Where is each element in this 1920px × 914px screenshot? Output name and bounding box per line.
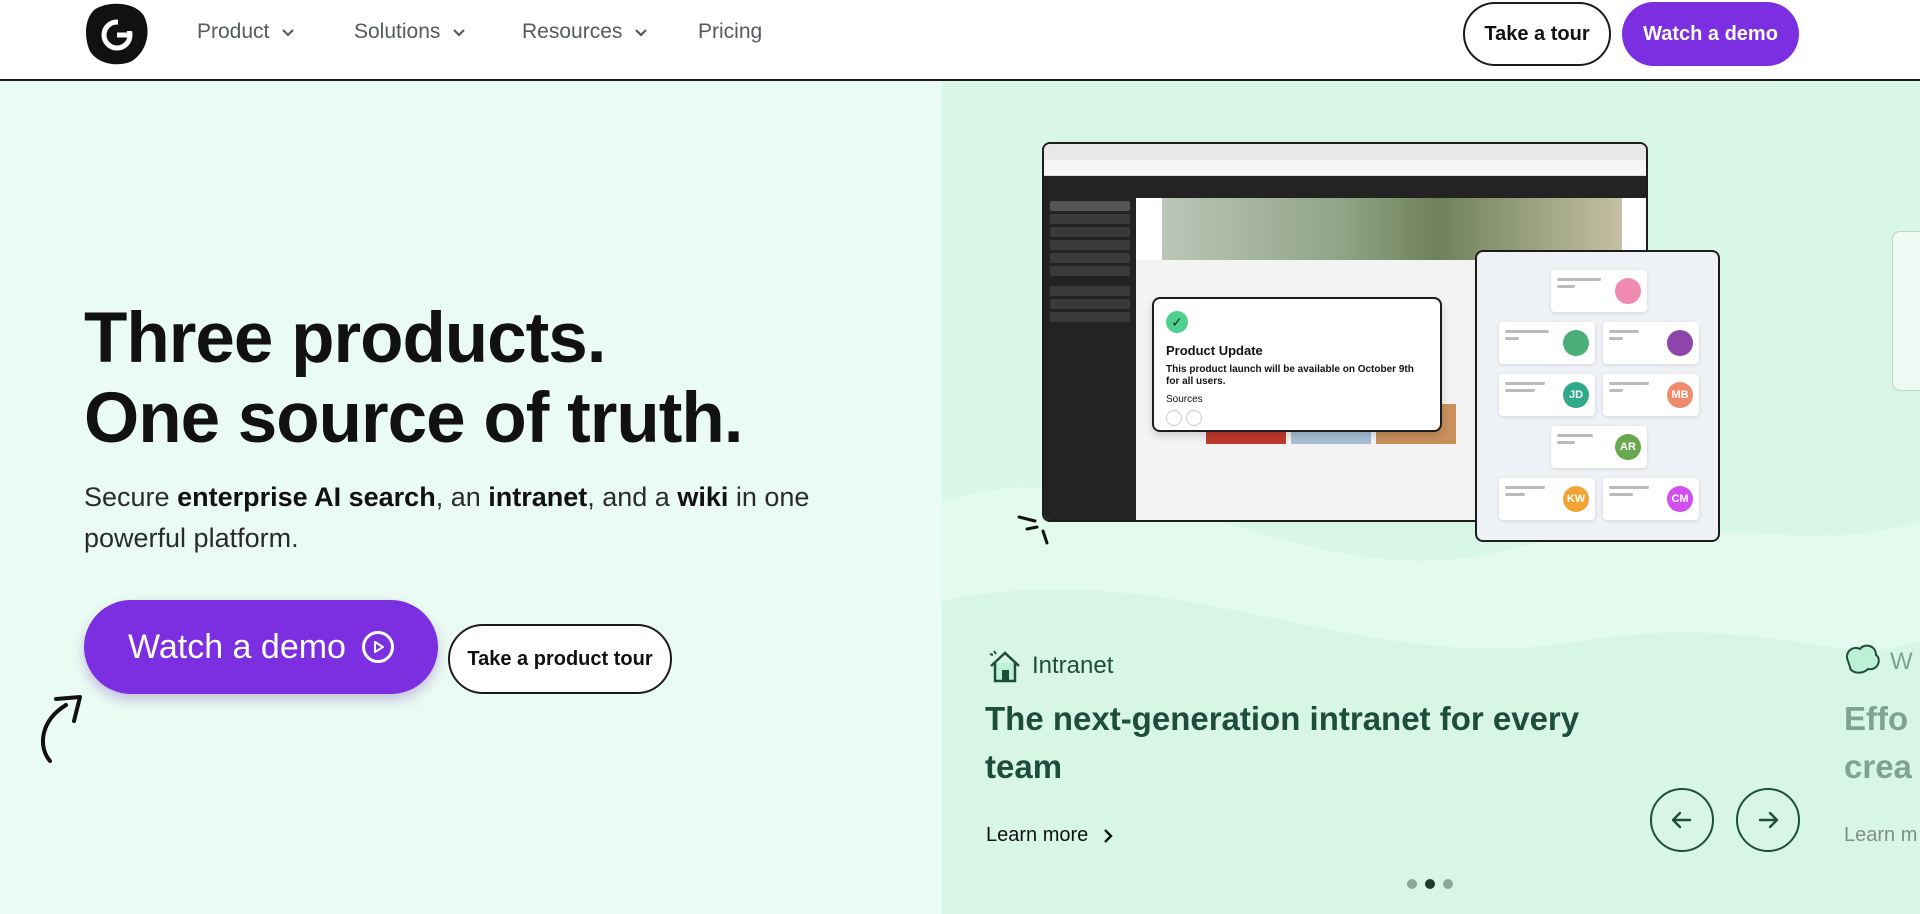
sub-text: Secure	[84, 482, 178, 512]
nav-resources-label: Resources	[522, 20, 623, 43]
next-slide-label: W	[1890, 648, 1913, 675]
avatar-mb: MB	[1667, 382, 1693, 408]
sparkle-doodle-icon	[1017, 515, 1049, 545]
hero-right-carousel: ✓ Product Update This product launch wil…	[942, 81, 1920, 914]
sources-label: Sources	[1166, 394, 1203, 405]
sub-bold-ai-search: enterprise AI search	[177, 482, 436, 512]
check-icon: ✓	[1166, 311, 1188, 333]
watch-demo-label: Watch a demo	[128, 627, 346, 666]
chevron-right-icon	[1104, 828, 1113, 843]
avatar-kw: KW	[1563, 486, 1589, 512]
product-update-card: ✓ Product Update This product launch wil…	[1152, 297, 1442, 432]
drive-icon	[1186, 410, 1202, 426]
nav-pricing[interactable]: Pricing	[698, 20, 762, 44]
carousel-dot-active[interactable]	[1425, 879, 1435, 889]
next-slide-preview	[1892, 231, 1920, 391]
next-title-line-1: Effo	[1844, 700, 1909, 737]
avatar-ar: AR	[1615, 434, 1641, 460]
avatar	[1615, 278, 1641, 304]
play-icon	[361, 631, 394, 663]
take-product-tour-button[interactable]: Take a product tour	[448, 624, 672, 694]
chevron-down-icon	[635, 29, 648, 37]
chevron-down-icon	[282, 29, 295, 37]
chevron-down-icon	[453, 29, 466, 37]
nav-product[interactable]: Product	[197, 20, 297, 44]
sub-text: , an	[435, 482, 489, 512]
next-learn-more-link[interactable]: Learn m	[1844, 824, 1917, 847]
arrow-doodle-icon	[41, 695, 82, 763]
arrow-right-icon	[1758, 811, 1779, 829]
nav-solutions-label: Solutions	[354, 20, 441, 43]
watch-demo-nav-button[interactable]: Watch a demo	[1622, 2, 1799, 66]
carousel-dot[interactable]	[1407, 879, 1417, 889]
sub-bold-wiki: wiki	[677, 482, 729, 512]
sub-text: , and a	[587, 482, 678, 512]
carousel-next-button[interactable]	[1736, 788, 1800, 852]
watch-demo-hero-button[interactable]: Watch a demo	[84, 600, 438, 694]
update-title: Product Update	[1166, 343, 1263, 358]
learn-more-label: Learn more	[986, 824, 1089, 846]
house-icon	[989, 650, 1020, 683]
avatar	[1563, 330, 1589, 356]
nav-product-label: Product	[197, 20, 270, 43]
guru-logo[interactable]	[84, 2, 150, 66]
top-nav: Product Solutions Resources Pricing Take…	[0, 0, 1920, 81]
slide-label: Intranet	[988, 648, 1113, 684]
take-a-tour-button[interactable]: Take a tour	[1463, 2, 1611, 66]
sub-bold-intranet: intranet	[488, 482, 588, 512]
brain-icon	[1846, 644, 1880, 674]
nav-resources[interactable]: Resources	[522, 20, 650, 44]
hero-subtitle: Secure enterprise AI search, an intranet…	[84, 477, 844, 559]
next-title-line-2: crea	[1844, 748, 1912, 785]
update-text: This product launch will be available on…	[1166, 364, 1414, 387]
learn-more-link[interactable]: Learn more	[986, 824, 1114, 847]
arrow-left-icon	[1671, 811, 1692, 829]
avatar-cm: CM	[1667, 486, 1693, 512]
hero-headline: Three products. One source of truth.	[84, 299, 743, 459]
next-slide-title: Effo crea	[1844, 695, 1912, 791]
avatar-jd: JD	[1563, 382, 1589, 408]
nav-solutions[interactable]: Solutions	[354, 20, 468, 44]
nav-pricing-label: Pricing	[698, 20, 763, 43]
slide-label-text: Intranet	[1032, 652, 1114, 679]
headline-line-2: One source of truth.	[84, 379, 743, 458]
people-directory-panel: JD MB AR KW CM	[1475, 250, 1720, 542]
avatar	[1667, 330, 1693, 356]
source-icon	[1166, 410, 1182, 426]
carousel-prev-button[interactable]	[1650, 788, 1714, 852]
slide-title: The next-generation intranet for every t…	[985, 700, 1580, 785]
carousel-dots	[1407, 879, 1453, 889]
hero-left: Three products. One source of truth. Sec…	[0, 81, 942, 914]
carousel-dot[interactable]	[1443, 879, 1453, 889]
headline-line-1: Three products.	[84, 299, 607, 378]
